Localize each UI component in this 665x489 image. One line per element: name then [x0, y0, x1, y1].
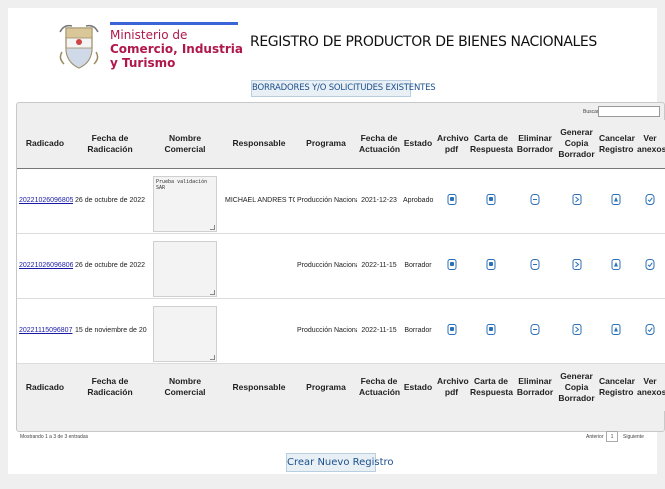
- table-header-row: Radicado Fecha de Radicación Nombre Come…: [17, 120, 665, 168]
- fecha-radicacion-cell: 15 de noviembre de 2022: [75, 327, 147, 334]
- delete-icon[interactable]: [530, 259, 540, 270]
- foot-header-responsable: Responsable: [232, 381, 286, 392]
- foot-header-fecha-actuacion: Fecha de Actuación: [359, 376, 401, 398]
- search-input[interactable]: [598, 106, 660, 117]
- foot-header-eliminar-borrador: Eliminar Borrador: [516, 376, 554, 398]
- foot-header-archivo-pdf: Archivo pdf: [437, 376, 469, 398]
- table-footer-row: Radicado Fecha de Radicación Nombre Come…: [17, 363, 665, 411]
- file-pdf-icon[interactable]: [447, 324, 457, 335]
- radicado-link[interactable]: 20221115096807: [19, 327, 72, 334]
- file-pdf-icon[interactable]: [447, 259, 457, 270]
- file-pdf-icon[interactable]: [447, 194, 457, 205]
- cancel-icon[interactable]: [611, 194, 621, 205]
- view-annexes-icon[interactable]: [645, 259, 655, 270]
- letter-icon[interactable]: [486, 194, 496, 205]
- foot-header-programa: Programa: [306, 381, 346, 392]
- coat-of-arms-icon: [59, 24, 99, 69]
- delete-icon[interactable]: [530, 194, 540, 205]
- view-annexes-icon[interactable]: [645, 194, 655, 205]
- programa-cell: Producción Nacional: [297, 197, 357, 204]
- radicado-link[interactable]: 20221026096806: [19, 262, 73, 269]
- col-header-eliminar-borrador[interactable]: Eliminar Borrador: [514, 120, 556, 168]
- nombre-comercial-textarea[interactable]: [153, 305, 217, 362]
- fecha-actuacion-cell: 2021-12-23: [361, 197, 397, 204]
- view-annexes-icon[interactable]: [645, 324, 655, 335]
- nombre-comercial-textarea[interactable]: [153, 240, 217, 297]
- cancel-icon[interactable]: [611, 324, 621, 335]
- programa-cell: Producción Nacional: [297, 262, 357, 269]
- programa-cell: Producción Nacional: [297, 327, 357, 334]
- col-header-ver-anexos[interactable]: Ver anexos: [635, 120, 665, 168]
- responsable-cell: [223, 298, 295, 363]
- col-header-fecha-actuacion[interactable]: Fecha de Actuación: [357, 120, 401, 168]
- table-row: 20221115096807 15 de noviembre de 2022 P…: [17, 298, 665, 363]
- ministry-name-line1: Ministerio de: [110, 28, 188, 42]
- fecha-radicacion-cell: 26 de octubre de 2022: [75, 197, 146, 204]
- cancel-icon[interactable]: [611, 259, 621, 270]
- copy-icon[interactable]: [572, 194, 582, 205]
- copy-icon[interactable]: [572, 259, 582, 270]
- ministry-name-line3: y Turismo: [110, 56, 176, 70]
- foot-header-ver-anexos: Ver anexos: [637, 376, 665, 398]
- ministry-logo: Ministerio de Comercio, Industria y Turi…: [58, 22, 243, 74]
- col-header-programa[interactable]: Programa: [295, 120, 357, 168]
- col-header-archivo-pdf[interactable]: Archivo pdf: [435, 120, 469, 168]
- table-row: 20221026096806 26 de octubre de 2022 Pro…: [17, 233, 665, 298]
- create-record-button[interactable]: Crear Nuevo Registro: [286, 453, 394, 472]
- letter-icon[interactable]: [486, 259, 496, 270]
- fecha-actuacion-cell: 2022-11-15: [361, 262, 397, 269]
- page-title: REGISTRO DE PRODUCTOR DE BIENES NACIONAL…: [250, 34, 597, 50]
- foot-header-estado: Estado: [403, 381, 433, 392]
- col-header-responsable[interactable]: Responsable: [223, 120, 295, 168]
- estado-cell: Aprobado: [403, 197, 434, 204]
- fecha-radicacion-cell: 26 de octubre de 2022: [75, 262, 146, 269]
- pagination-page-1[interactable]: 1: [606, 431, 618, 442]
- estado-cell: Borrador: [404, 327, 432, 334]
- fecha-actuacion-cell: 2022-11-15: [361, 327, 397, 334]
- records-table: Radicado Fecha de Radicación Nombre Come…: [17, 120, 665, 411]
- table-info: Mostrando 1 a 3 de 3 entradas: [20, 434, 89, 440]
- responsable-cell: [223, 233, 295, 298]
- col-header-cancelar-registro[interactable]: Cancelar Registro: [597, 120, 635, 168]
- logo-accent-bar: [110, 22, 238, 25]
- pagination-prev[interactable]: Anterior: [586, 434, 604, 440]
- col-header-fecha-radicacion[interactable]: Fecha de Radicación: [73, 120, 147, 168]
- col-header-nombre-comercial[interactable]: Nombre Comercial: [147, 120, 223, 168]
- col-header-generar-copia[interactable]: Generar Copia Borrador: [556, 120, 597, 168]
- foot-header-cancelar-registro: Cancelar Registro: [599, 376, 635, 398]
- copy-icon[interactable]: [572, 324, 582, 335]
- col-header-radicado[interactable]: Radicado: [17, 120, 73, 168]
- col-header-estado[interactable]: Estado: [401, 120, 435, 168]
- col-header-carta-respuesta[interactable]: Carta de Respuesta: [468, 120, 514, 168]
- letter-icon[interactable]: [486, 324, 496, 335]
- estado-cell: Borrador: [404, 262, 432, 269]
- delete-icon[interactable]: [530, 324, 540, 335]
- foot-header-radicado: Radicado: [25, 381, 65, 392]
- foot-header-generar-copia: Generar Copia Borrador: [558, 370, 595, 403]
- table-row: 20221026096805 26 de octubre de 2022 Pru…: [17, 168, 665, 233]
- drafts-button[interactable]: BORRADORES Y/O SOLICITUDES EXISTENTES: [251, 80, 436, 97]
- nombre-comercial-textarea[interactable]: Prueba validación SAR: [153, 175, 217, 232]
- responsable-cell: MICHAEL ANDRES TOQUICA: [225, 197, 295, 204]
- foot-header-fecha-radicacion: Fecha de Radicación: [87, 376, 133, 398]
- foot-header-nombre-comercial: Nombre Comercial: [164, 376, 206, 398]
- ministry-name-line2: Comercio, Industria: [110, 42, 243, 56]
- foot-header-carta-respuesta: Carta de Respuesta: [470, 376, 513, 398]
- radicado-link[interactable]: 20221026096805: [19, 197, 73, 204]
- pagination-next[interactable]: Siguiente: [623, 434, 644, 440]
